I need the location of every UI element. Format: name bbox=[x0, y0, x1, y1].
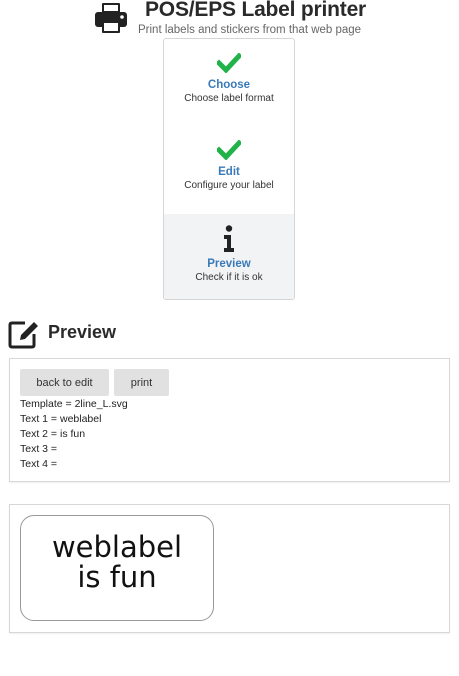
step-title: Edit bbox=[218, 166, 240, 178]
step-edit[interactable]: Edit Configure your label bbox=[164, 132, 294, 212]
step-choose[interactable]: Choose Choose label format bbox=[164, 45, 294, 125]
text2-line: Text 2 = is fun bbox=[20, 428, 86, 440]
app-header: POS/EPS Label printer Print labels and s… bbox=[0, 0, 459, 40]
print-button[interactable]: print bbox=[114, 369, 169, 396]
text1-line: Text 1 = weblabel bbox=[20, 413, 102, 425]
text4-line: Text 4 = bbox=[20, 458, 58, 470]
template-line: Template = 2line_L.svg bbox=[20, 398, 128, 410]
step-title: Preview bbox=[207, 258, 251, 270]
edit-icon bbox=[8, 321, 38, 349]
label-preview-panel: weblabel is fun bbox=[9, 504, 450, 633]
label-preview: weblabel is fun bbox=[20, 515, 214, 621]
check-icon bbox=[217, 140, 241, 160]
section-title: Preview bbox=[48, 322, 117, 342]
page-subtitle: Print labels and stickers from that web … bbox=[138, 24, 362, 36]
label-details: Template = 2line_L.svg Text 1 = weblabel… bbox=[20, 397, 128, 472]
info-icon bbox=[224, 225, 234, 252]
check-icon bbox=[217, 53, 241, 73]
label-line-2: is fun bbox=[77, 560, 157, 594]
step-title: Choose bbox=[207, 79, 251, 91]
preview-details-panel: back to edit print Template = 2line_L.sv… bbox=[9, 358, 450, 482]
step-preview[interactable]: Preview Check if it is ok bbox=[164, 214, 294, 299]
wizard-steps: Choose Choose label format Edit Configur… bbox=[163, 38, 295, 300]
step-description: Choose label format bbox=[184, 93, 274, 104]
back-to-edit-button[interactable]: back to edit bbox=[20, 369, 109, 396]
page-title: POS/EPS Label printer bbox=[145, 0, 367, 21]
step-description: Configure your label bbox=[184, 180, 274, 191]
label-line-1: weblabel bbox=[51, 530, 183, 564]
step-description: Check if it is ok bbox=[195, 272, 263, 283]
printer-icon bbox=[95, 3, 127, 33]
text3-line: Text 3 = bbox=[20, 443, 58, 455]
